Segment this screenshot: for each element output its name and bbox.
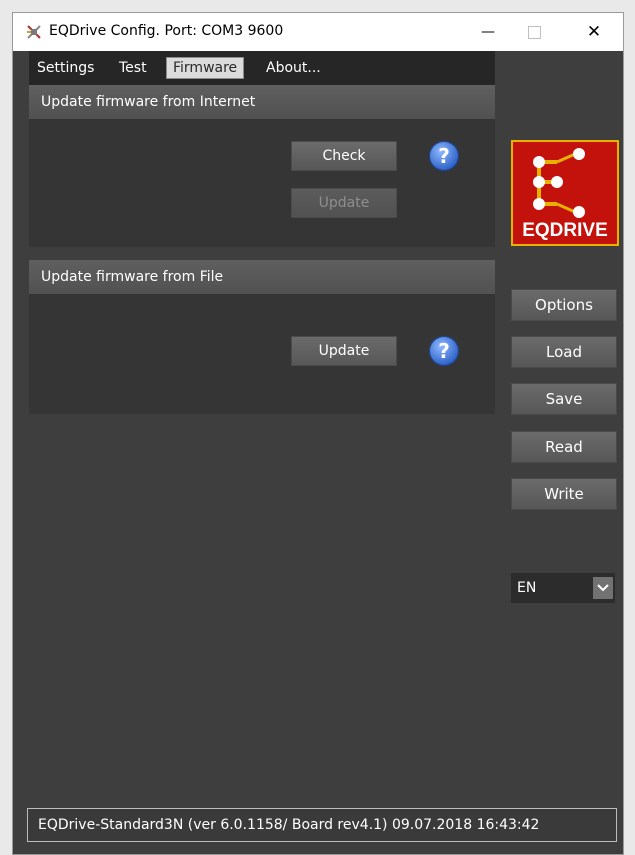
app-icon: [25, 23, 43, 41]
window-title: EQDrive Config. Port: COM3 9600: [49, 23, 284, 39]
logo-text: EQDRIVE: [522, 220, 608, 241]
minimize-icon: —: [481, 24, 495, 40]
check-button[interactable]: Check: [291, 141, 397, 171]
load-button[interactable]: Load: [511, 336, 617, 368]
file-group-header: Update firmware from File: [29, 260, 495, 294]
tab-firmware[interactable]: Firmware: [166, 57, 245, 79]
read-button[interactable]: Read: [511, 431, 617, 463]
logo-graphic-icon: [533, 148, 585, 218]
internet-group-header: Update firmware from Internet: [29, 85, 495, 119]
status-bar: EQDrive-Standard3N (ver 6.0.1158/ Board …: [27, 808, 617, 842]
question-help-icon[interactable]: ?: [429, 141, 459, 171]
internet-update-group: Update firmware from Internet Check ? Up…: [29, 85, 495, 247]
close-button[interactable]: ✕: [571, 13, 617, 51]
chevron-down-icon[interactable]: [593, 577, 613, 599]
question-help-icon[interactable]: ?: [429, 336, 459, 366]
internet-update-button[interactable]: Update: [291, 188, 397, 218]
eqdrive-logo: EQDRIVE: [511, 140, 619, 246]
language-select[interactable]: EN: [511, 573, 615, 603]
close-icon: ✕: [586, 22, 602, 42]
write-button[interactable]: Write: [511, 478, 617, 510]
minimize-button[interactable]: —: [465, 13, 511, 51]
language-value: EN: [517, 580, 537, 596]
maximize-icon: [527, 25, 541, 39]
save-button[interactable]: Save: [511, 383, 617, 415]
file-update-group: Update firmware from File Update ?: [29, 260, 495, 414]
tab-settings[interactable]: Settings: [31, 57, 100, 79]
options-button[interactable]: Options: [511, 289, 617, 321]
file-update-button[interactable]: Update: [291, 336, 397, 366]
title-bar[interactable]: EQDrive Config. Port: COM3 9600 — ✕: [13, 13, 623, 51]
tab-about[interactable]: About...: [260, 57, 327, 79]
tab-bar: Settings Test Firmware About...: [29, 51, 495, 85]
tab-test[interactable]: Test: [113, 57, 153, 79]
maximize-button[interactable]: [511, 13, 557, 51]
app-window: EQDrive Config. Port: COM3 9600 — ✕ Sett…: [12, 12, 624, 855]
